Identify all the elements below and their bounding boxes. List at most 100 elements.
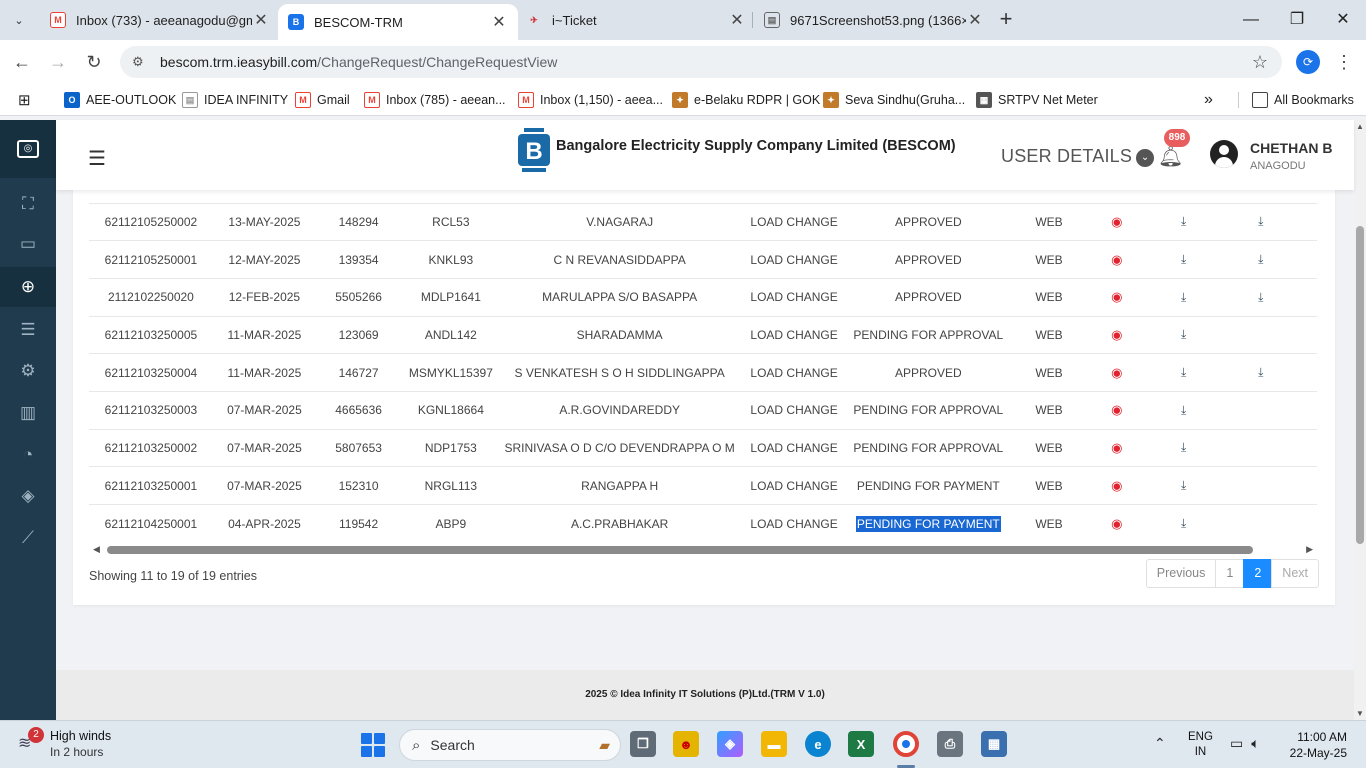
bookmark-seva-sindhu[interactable]: ✦ Seva Sindhu(Gruha... [823, 91, 965, 109]
sidebar-list-icon[interactable]: ☰ [0, 310, 56, 350]
scrollbar-thumb[interactable] [107, 546, 1253, 554]
download-cell: ⤓ [1142, 466, 1225, 505]
download-icon[interactable]: ⤓ [1258, 365, 1263, 379]
download-icon[interactable]: ⤓ [1258, 214, 1263, 228]
sidebar-line-chart-icon[interactable]: ⟋ [0, 518, 56, 558]
tray-network-volume-icon[interactable]: ▭🔈︎ [1230, 735, 1268, 752]
app-icon[interactable]: ☻ [673, 731, 699, 757]
vertical-scrollbar[interactable]: ▲ ▼ [1354, 120, 1366, 720]
copilot-icon[interactable]: ◈ [717, 731, 743, 757]
download-icon[interactable]: ⤓ [1258, 290, 1263, 304]
bookmark-idea-infinity[interactable]: ▤ IDEA INFINITY [182, 91, 288, 109]
avatar[interactable] [1210, 140, 1238, 168]
calculator-icon[interactable]: ▦ [981, 731, 1007, 757]
page-2-button[interactable]: 2 [1243, 559, 1273, 588]
status-cell-text[interactable]: PENDING FOR PAYMENT [855, 515, 1001, 532]
download-icon[interactable]: ⤓ [1181, 478, 1186, 492]
taskbar-search[interactable]: ⌕ Search ▰ [399, 729, 621, 761]
restore-icon[interactable]: ❐ [1274, 6, 1320, 34]
excel-icon[interactable]: X [848, 731, 874, 757]
eye-icon[interactable]: ◉ [1111, 252, 1122, 267]
eye-icon[interactable]: ◉ [1111, 365, 1122, 380]
browser-tab-gmail[interactable]: M Inbox (733) - aeeanagodu@gm ✕ [40, 4, 280, 36]
browser-tab-file[interactable]: ▤ 9671Screenshot53.png (1366×7 ✕ [754, 4, 994, 36]
previous-button[interactable]: Previous [1145, 559, 1217, 588]
download-cell: ⤓ [1142, 240, 1225, 279]
bell-icon[interactable]: 🔔︎ [1158, 144, 1183, 169]
tab-search-chevron-icon[interactable]: ⌄ [8, 9, 30, 31]
address-bar[interactable]: ⚙ bescom.trm.ieasybill.com/ChangeRequest… [120, 46, 1282, 78]
bookmark-inbox-1150[interactable]: M Inbox (1,150) - aeea... [518, 91, 663, 109]
page-1-button[interactable]: 1 [1215, 559, 1245, 588]
windows-start-icon[interactable] [361, 733, 385, 757]
eye-icon[interactable]: ◉ [1111, 402, 1122, 417]
bookmark-star-icon[interactable]: ☆ [1252, 52, 1268, 73]
download-icon[interactable]: ⤓ [1181, 214, 1186, 228]
reload-icon[interactable]: ↻ [82, 50, 106, 74]
scroll-down-icon[interactable]: ▼ [1356, 709, 1364, 718]
sidebar-hierarchy-icon[interactable]: ⛶ [0, 184, 56, 224]
sidebar-tag-icon[interactable]: ◈ [0, 476, 56, 516]
bookmark-aee-outlook[interactable]: O AEE-OUTLOOK [64, 91, 176, 109]
download-icon[interactable]: ⤓ [1258, 252, 1263, 266]
sidebar-settings-icon[interactable]: ⚙ [0, 351, 56, 391]
status-cell-text: APPROVED [894, 252, 962, 267]
close-icon[interactable]: ✕ [490, 12, 508, 32]
task-view-icon[interactable]: ❐ [630, 731, 656, 757]
hamburger-menu-icon[interactable]: ☰ [88, 146, 106, 171]
horizontal-scrollbar[interactable]: ◀ ▶ [89, 544, 1317, 556]
sidebar-bar-chart-icon[interactable]: ▥ [0, 393, 56, 433]
bookmark-inbox-785[interactable]: M Inbox (785) - aeean... [364, 91, 506, 109]
site-info-icon[interactable]: ⚙ [132, 54, 148, 70]
sidebar-add-circle-icon[interactable]: ⊕ [0, 267, 56, 307]
scroll-up-icon[interactable]: ▲ [1356, 122, 1364, 131]
bookmark-gmail[interactable]: M Gmail [295, 91, 350, 109]
printer-icon[interactable]: ⎙ [937, 731, 963, 757]
language-indicator[interactable]: ENG IN [1188, 730, 1213, 760]
scrollbar-thumb[interactable] [1356, 226, 1364, 544]
browser-menu-icon[interactable]: ⋮ [1334, 50, 1354, 74]
eye-icon[interactable]: ◉ [1111, 516, 1122, 531]
eye-icon[interactable]: ◉ [1111, 478, 1122, 493]
download-icon[interactable]: ⤓ [1181, 403, 1186, 417]
close-icon[interactable]: ✕ [252, 10, 270, 30]
forward-arrow-icon[interactable]: → [46, 50, 70, 74]
apps-grid-icon[interactable]: ⊞ [18, 91, 31, 109]
download-icon[interactable]: ⤓ [1181, 365, 1186, 379]
edge-icon[interactable]: e [805, 731, 831, 757]
bookmark-e-belaku[interactable]: ✦ e-Belaku RDPR | GOK [672, 91, 820, 109]
scroll-right-icon[interactable]: ▶ [1306, 544, 1313, 555]
eye-icon[interactable]: ◉ [1111, 327, 1122, 342]
download-icon[interactable]: ⤓ [1181, 440, 1186, 454]
download-icon[interactable]: ⤓ [1181, 252, 1186, 266]
browser-tab-ticket[interactable]: ✈ i~Ticket ✕ [516, 4, 756, 36]
eye-icon[interactable]: ◉ [1111, 440, 1122, 455]
clock[interactable]: 11:00 AM 22-May-25 [1282, 729, 1347, 761]
download-icon[interactable]: ⤓ [1181, 327, 1186, 341]
all-bookmarks[interactable]: All Bookmarks [1252, 91, 1354, 109]
sidebar-monitor-icon[interactable]: ▭ [0, 224, 56, 264]
window-close-icon[interactable]: ✕ [1320, 6, 1366, 34]
app-logo-icon[interactable]: ◎ [17, 140, 39, 158]
back-arrow-icon[interactable]: ← [10, 50, 34, 74]
scroll-left-icon[interactable]: ◀ [93, 544, 100, 555]
download-icon[interactable]: ⤓ [1181, 290, 1186, 304]
next-button[interactable]: Next [1271, 559, 1319, 588]
eye-icon[interactable]: ◉ [1111, 289, 1122, 304]
browser-tab-bescom[interactable]: B BESCOM-TRM ✕ [278, 4, 518, 40]
sidebar-dashboard-icon[interactable]: ◔ [0, 435, 56, 475]
download-icon[interactable]: ⤓ [1181, 516, 1186, 530]
new-tab-plus-icon[interactable]: + [994, 8, 1018, 32]
minimize-icon[interactable]: — [1228, 6, 1274, 34]
more-bookmarks-chevron-icon[interactable]: » [1204, 91, 1213, 109]
chrome-icon[interactable] [893, 731, 919, 757]
user-details-dropdown[interactable]: USER DETAILS ⌄ [1001, 146, 1155, 167]
file-explorer-icon[interactable]: ▬ [761, 731, 787, 757]
show-hidden-icons-chevron-icon[interactable]: ⌃ [1154, 735, 1166, 752]
bookmark-srtpv[interactable]: ▦ SRTPV Net Meter [976, 91, 1098, 109]
close-icon[interactable]: ✕ [966, 10, 984, 30]
request-date-cell-text: 12-MAY-2025 [228, 252, 301, 267]
extension-icon[interactable]: ⟳ [1296, 50, 1320, 74]
eye-icon[interactable]: ◉ [1111, 214, 1122, 229]
close-icon[interactable]: ✕ [728, 10, 746, 30]
